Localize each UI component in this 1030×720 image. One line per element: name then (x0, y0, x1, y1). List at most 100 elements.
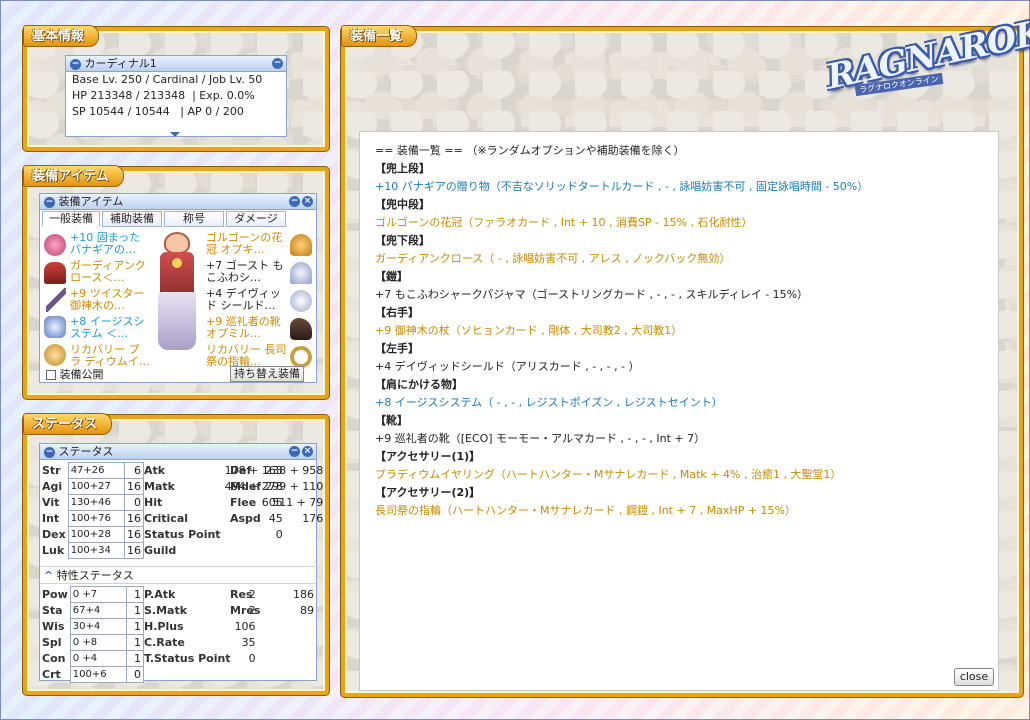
trait-point: 1 (125, 602, 145, 619)
trait-name: Res (230, 587, 253, 601)
equip-slot-heading: 【肩にかける物】 (375, 378, 463, 391)
equip-slot-heading: 【鎧】 (375, 270, 408, 283)
stat-row: Guild (142, 542, 285, 558)
base-level-line: Base Lv. 250 / Cardinal / Job Lv. 50 (72, 73, 263, 86)
equip-slot-garment[interactable]: +8 イージスシ ステム ＜… (70, 316, 150, 342)
equip-slot-shoes[interactable]: +9 巡礼者の靴 オプミル… (206, 316, 288, 342)
trait-name: Pow (42, 588, 68, 601)
trait-status-title: 特性ステータス (56, 569, 134, 582)
trait-collapse-icon[interactable]: ^ (44, 569, 53, 582)
stat-value: 0 (275, 527, 283, 541)
equip-slot-heading: 【アクセサリー(2)】 (375, 486, 481, 499)
stat-point: 16 (124, 542, 144, 559)
stat-name: Str (42, 464, 61, 477)
close-button[interactable]: close (954, 668, 994, 686)
equip-item-panel: 装備アイテム − 装備アイテム − × 一般装備 補助装備 称号 ダメージ +1… (23, 165, 329, 399)
stat-value: 100+28 (67, 526, 126, 543)
close-icon[interactable]: × (302, 446, 313, 457)
equip-list-line: +9 御神木の杖（ソヒョンカード , 剛体 , 大司教2 , 大司教1） (375, 324, 683, 337)
ghost-armor-icon (290, 262, 312, 284)
equip-slot-left-hand[interactable]: +4 デイヴィッド シールド… (206, 288, 288, 314)
tab-general[interactable]: 一般装備 (42, 211, 100, 227)
equip-slot-accessory-1[interactable]: リカバリー プラ ディウムイ… (70, 344, 150, 370)
character-sprite (152, 232, 202, 354)
equip-list-line: +8 イージスシステム（ - , - , レジストポイズン , レジストセイント… (375, 396, 723, 409)
equip-slot-right-hand[interactable]: +9 ツイスター 御神木の… (70, 288, 150, 314)
equip-slot-heading: 【右手】 (375, 306, 419, 319)
stat-value: 238 + 958 (265, 463, 324, 477)
staff-icon (46, 288, 66, 312)
garment-icon (44, 316, 66, 338)
tab-damage[interactable]: ダメージ (226, 211, 286, 227)
sp-line: SP 10544 / 10544 | AP 0 / 200 (66, 104, 286, 120)
trait-row: T.Status Point 0 (142, 650, 258, 666)
stat-row: Mdef 299 + 110 (228, 478, 325, 494)
trait-name: C.Rate (144, 635, 185, 649)
equip-slot-heading: 【靴】 (375, 414, 408, 427)
basic-info-header: − カーディナル1 − (66, 56, 286, 72)
trait-stats-table: Pow 0 +7 1 Sta 67+4 1 Wis 30+4 1 Spl 0 +8 1 Con 0 +4 1… (40, 586, 145, 683)
trait-point: 1 (125, 618, 145, 635)
equip-list-line: == 装備一覧 == （※ランダムオプションや補助装備を除く） (375, 144, 685, 157)
stat-name: Vit (42, 496, 60, 509)
status-window: − ステータス − × Str 47+26 6 Agi 100+27 16 Vit 130+4… (39, 443, 323, 683)
switch-equip-button[interactable]: 持ち替え装備 (230, 366, 304, 382)
hp-value: HP 213348 / 213348 (72, 89, 186, 102)
equip-public-label: 装備公開 (59, 368, 104, 381)
minimize-icon[interactable]: − (289, 446, 300, 457)
equip-list-line: プラディウムイヤリング（ハートハンター・Mサナレカード , Matk + 4% … (375, 468, 842, 481)
trait-value: 0 (248, 651, 256, 665)
stat-row: Def 238 + 958 (228, 462, 325, 478)
headgear-icon (44, 234, 66, 256)
stat-row: Vit 130+46 0 (40, 494, 144, 511)
stat-row: Agi 100+27 16 (40, 478, 144, 495)
minimize-icon[interactable]: − (272, 58, 283, 69)
equip-slot-upper-head[interactable]: +10 固まった パナギアの… (70, 232, 150, 258)
equip-slot-heading: 【兜下段】 (375, 234, 430, 247)
equip-list-line: ガーディアンクロース（ - , 詠唱妨害不可 , アレス , ノックバック無効） (375, 252, 731, 265)
stat-name: Agi (42, 480, 63, 493)
ap-value: | AP 0 / 200 (180, 105, 244, 118)
collapse-icon[interactable]: − (44, 446, 55, 458)
tab-auxiliary[interactable]: 補助装備 (102, 211, 162, 227)
equip-item-title: 装備アイテム (23, 165, 124, 187)
trait-name: Crt (42, 668, 61, 681)
stat-value: 176 (302, 511, 324, 525)
stat-name: Luk (42, 544, 65, 557)
stat-name: Aspd (230, 511, 261, 525)
equip-public-checkbox[interactable] (46, 370, 56, 380)
tab-title[interactable]: 称号 (164, 211, 224, 227)
stat-value: 299 + 110 (265, 479, 324, 493)
equip-slot-mid-head[interactable]: ゴルゴーンの花 冠 オプキ… (206, 232, 288, 258)
equip-list-line: ゴルゴーンの花冠（ファラオカード , Int + 10 , 消費SP - 15%… (375, 216, 753, 229)
stat-row: Aspd 176 (228, 510, 325, 526)
trait-row: Wis 30+4 1 (40, 618, 145, 635)
equip-slot-armor[interactable]: +7 ゴースト も こふわシ… (206, 260, 288, 286)
stat-name: Guild (144, 543, 177, 557)
equip-slot-heading: 【兜中段】 (375, 198, 430, 211)
equip-list-line: +4 デイヴィッドシールド（アリスカード , - , - , - ） (375, 360, 640, 373)
stat-row: Status Point 0 (142, 526, 285, 542)
stat-name: Status Point (144, 527, 221, 541)
ragnarok-logo: RAGNAROK ラグナロクオンライン (815, 13, 1030, 113)
expand-arrow-icon[interactable] (170, 132, 180, 137)
close-icon[interactable]: × (302, 196, 313, 207)
collapse-icon[interactable]: − (70, 58, 81, 70)
trait-name: P.Atk (144, 587, 176, 601)
base-stats-table: Str 47+26 6 Agi 100+27 16 Vit 130+46 0 Int 100+76 1… (40, 462, 144, 559)
stat-name: Mdef (230, 479, 262, 493)
trait-row: Res 186 (228, 586, 316, 602)
right-stats-table: Def 238 + 958 Mdef 299 + 110 Flee 511 + 79 Asp… (228, 462, 325, 526)
status-header: − ステータス − × (40, 444, 316, 460)
stat-point: 16 (124, 526, 144, 543)
trait-row: C.Rate 35 (142, 634, 258, 650)
stat-row: Str 47+26 6 (40, 462, 144, 479)
trait-value: 30+4 (69, 618, 127, 635)
minimize-icon[interactable]: − (289, 196, 300, 207)
stat-name: Flee (230, 495, 257, 509)
stat-value: 47+26 (67, 462, 126, 479)
trait-point: 1 (125, 634, 145, 651)
equip-slot-lower-head[interactable]: ガーディアンク ロース＜… (70, 260, 150, 286)
collapse-icon[interactable]: − (44, 196, 55, 208)
trait-row: Crt 100+6 0 (40, 666, 145, 683)
